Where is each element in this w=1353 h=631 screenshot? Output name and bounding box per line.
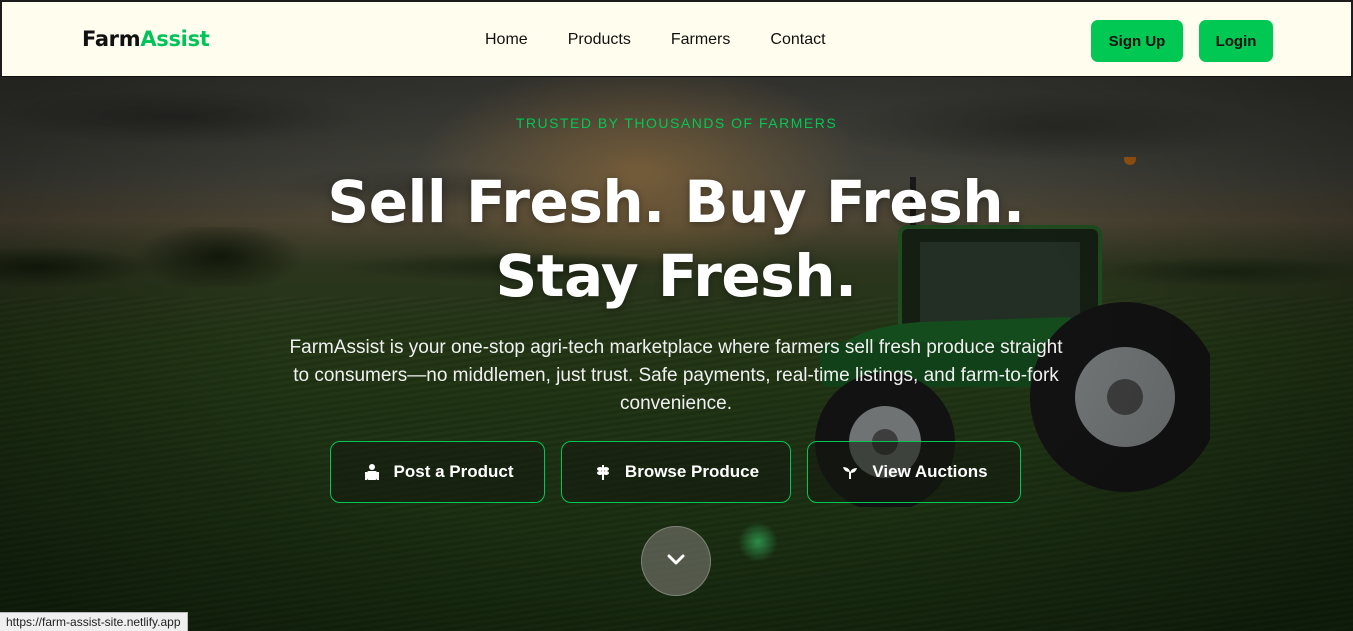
post-product-button[interactable]: Post a Product: [330, 441, 545, 503]
hero-description: FarmAssist is your one-stop agri-tech ma…: [289, 337, 1063, 414]
brand-name-part1: Farm: [82, 27, 141, 51]
nav-link-farmers[interactable]: Farmers: [671, 31, 731, 49]
navbar: FarmAssist Home Products Farmers Contact…: [0, 0, 1353, 77]
hero-section: TRUSTED BY THOUSANDS OF FARMERS Sell Fre…: [0, 77, 1353, 631]
nav-link-contact[interactable]: Contact: [770, 31, 825, 49]
brand-name-part2: Assist: [140, 27, 210, 51]
farmer-icon: [362, 462, 382, 482]
chevron-down-icon: [664, 548, 688, 575]
brand-logo[interactable]: FarmAssist: [82, 27, 210, 51]
view-auctions-label: View Auctions: [872, 462, 988, 481]
login-button[interactable]: Login: [1199, 20, 1273, 62]
wheat-icon: [593, 462, 613, 482]
browse-produce-button[interactable]: Browse Produce: [561, 441, 791, 503]
browse-produce-label: Browse Produce: [624, 462, 760, 481]
nav-links: Home Products Farmers Contact: [485, 31, 866, 49]
nav-link-products[interactable]: Products: [568, 31, 631, 49]
signup-button[interactable]: Sign Up: [1091, 20, 1183, 62]
status-bar-url: https://farm-assist-site.netlify.app: [0, 612, 188, 631]
lens-flare: [738, 522, 778, 562]
scroll-down-button[interactable]: [641, 526, 711, 596]
hero-headline: Sell Fresh. Buy Fresh. Stay Fresh.: [327, 168, 1025, 310]
hero-tagline: TRUSTED BY THOUSANDS OF FARMERS: [515, 115, 838, 131]
post-product-label: Post a Product: [393, 462, 514, 481]
view-auctions-button[interactable]: View Auctions: [807, 441, 1021, 503]
nav-link-home[interactable]: Home: [485, 31, 528, 49]
seedling-icon: [840, 462, 860, 482]
